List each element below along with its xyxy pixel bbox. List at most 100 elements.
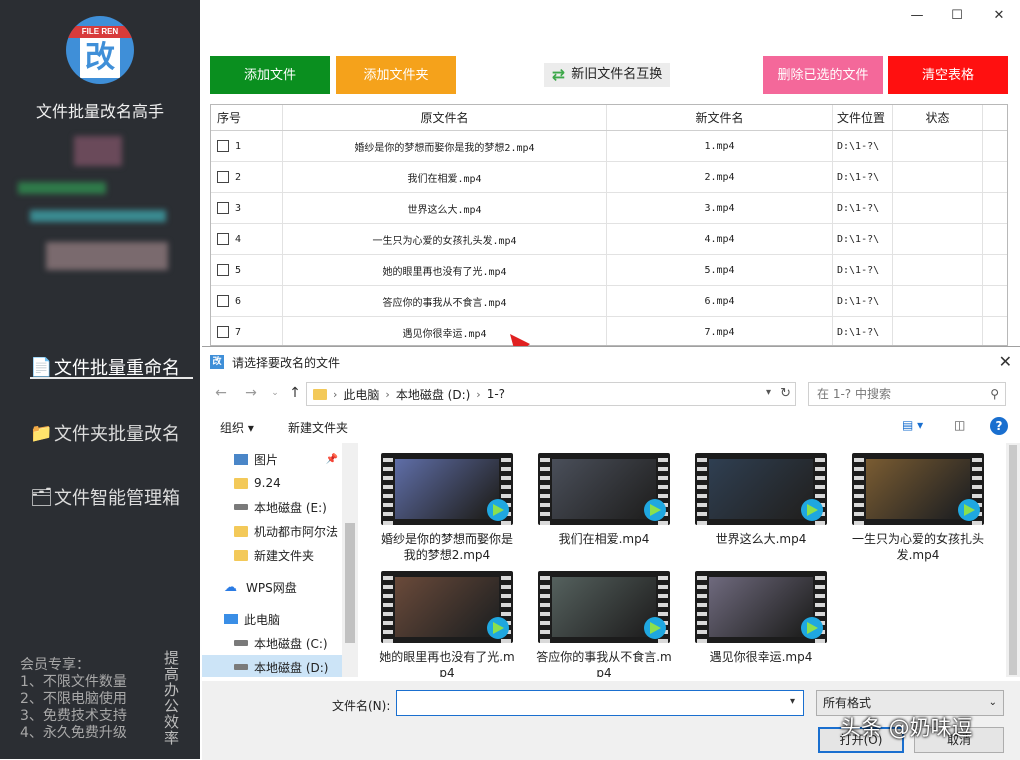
row-checkbox[interactable] (217, 326, 229, 338)
member-item: 2、不限电脑使用 (20, 691, 127, 707)
delete-selected-button[interactable]: 删除已选的文件 (763, 56, 883, 94)
seq-cell: 1 (211, 131, 283, 161)
dialog-close-icon[interactable]: ✕ (999, 352, 1012, 371)
navpane-item[interactable]: ☁ WPS网盘 (202, 575, 342, 599)
original-name-cell: 她的眼里再也没有了光.mp4 (283, 255, 607, 285)
navpane-label: 本地磁盘 (D:) (254, 660, 329, 675)
row-checkbox[interactable] (217, 233, 229, 245)
video-thumbnail (381, 453, 513, 525)
navpane-item[interactable]: 本地磁盘 (C:) (202, 631, 342, 655)
location-cell: D:\1-?\ (833, 286, 893, 316)
pad-cell (983, 193, 1007, 223)
new-name-cell: 7.mp4 (607, 317, 833, 345)
table-row[interactable]: 7 遇见你很幸运.mp4 7.mp4 D:\1-?\ (211, 317, 1007, 345)
drive-icon (234, 640, 248, 646)
seq-number: 6 (235, 295, 242, 307)
pad-cell (983, 162, 1007, 192)
navpane-item[interactable]: 本地磁盘 (E:) (202, 495, 342, 519)
navpane-item[interactable]: 机动都市阿尔法 (202, 519, 342, 543)
table-row[interactable]: 3 世界这么大.mp4 3.mp4 D:\1-?\ (211, 193, 1007, 224)
video-thumbnail (695, 453, 827, 525)
file-tile[interactable]: 一生只为心爱的女孩扎头发.mp4 (843, 453, 993, 563)
film-strip-left (697, 453, 707, 525)
new-name-cell: 4.mp4 (607, 224, 833, 254)
pin-icon: 📌 (325, 453, 338, 465)
file-tile[interactable]: 我们在相爱.mp4 (529, 453, 679, 547)
organize-menu[interactable]: 组织 ▾ (220, 419, 254, 436)
filename-input[interactable] (396, 690, 804, 716)
col-status: 状态 (893, 105, 983, 130)
new-name-cell: 3.mp4 (607, 193, 833, 223)
col-seq: 序号 (211, 105, 283, 130)
table-row[interactable]: 1 婚纱是你的梦想而娶你是我的梦想2.mp4 1.mp4 D:\1-?\ (211, 131, 1007, 162)
navpane-item[interactable]: 此电脑 (202, 607, 342, 631)
film-strip-left (383, 571, 393, 643)
navpane-scrollbar[interactable] (342, 443, 358, 677)
status-cell (893, 255, 983, 285)
video-frame (709, 459, 813, 519)
breadcrumb-pc[interactable]: 此电脑 (343, 386, 379, 403)
file-tile[interactable]: 婚纱是你的梦想而娶你是我的梦想2.mp4 (372, 453, 522, 563)
row-checkbox[interactable] (217, 140, 229, 152)
address-bar[interactable]: › 此电脑 › 本地磁盘 (D:) › 1-? ▾ ↻ (306, 382, 796, 406)
back-arrow-icon[interactable]: ← (212, 385, 230, 401)
maximize-button[interactable]: ☐ (946, 6, 968, 26)
row-checkbox[interactable] (217, 171, 229, 183)
forward-arrow-icon[interactable]: → (242, 385, 260, 401)
location-cell: D:\1-?\ (833, 255, 893, 285)
table-row[interactable]: 6 答应你的事我从不食言.mp4 6.mp4 D:\1-?\ (211, 286, 1007, 317)
up-arrow-icon[interactable]: ↑ (286, 385, 304, 401)
help-icon[interactable]: ? (990, 417, 1008, 435)
table-row[interactable]: 2 我们在相爱.mp4 2.mp4 D:\1-?\ (211, 162, 1007, 193)
dialog-title: 请选择要改名的文件 (232, 355, 341, 370)
member-item: 3、免费技术支持 (20, 708, 127, 724)
video-player-icon (487, 617, 509, 639)
original-name-cell: 我们在相爱.mp4 (283, 162, 607, 192)
chevron-down-icon[interactable]: ▾ (790, 696, 795, 707)
video-thumbnail (538, 571, 670, 643)
row-checkbox[interactable] (217, 264, 229, 276)
file-tile[interactable]: 遇见你很幸运.mp4 (686, 571, 836, 665)
navpane-item[interactable]: 本地磁盘 (D:) (202, 655, 342, 677)
video-player-icon (801, 617, 823, 639)
member-item: 4、永久免费升级 (20, 725, 127, 741)
breadcrumb-drive-d[interactable]: 本地磁盘 (D:) (396, 386, 470, 403)
navpane-item[interactable]: 新建文件夹 (202, 543, 342, 567)
add-file-button[interactable]: 添加文件 (210, 56, 330, 94)
chevron-right-icon: › (385, 387, 390, 401)
add-folder-button[interactable]: 添加文件夹 (336, 56, 456, 94)
chevron-down-icon[interactable]: ▾ (766, 387, 771, 398)
view-options-icon[interactable]: ▤ ▾ (902, 418, 923, 432)
swap-names-button[interactable]: ⇄ 新旧文件名互换 (544, 63, 670, 87)
navpane-item[interactable]: 9.24 (202, 471, 342, 495)
video-player-icon (644, 617, 666, 639)
video-thumbnail (538, 453, 670, 525)
minimize-button[interactable]: — (906, 6, 928, 26)
nav-batch-rename-folders[interactable]: 📁 文件夹批量改名 (30, 420, 180, 446)
file-tile[interactable]: 答应你的事我从不食言.mp4 (529, 571, 679, 677)
video-frame (552, 577, 656, 637)
table-row[interactable]: 5 她的眼里再也没有了光.mp4 5.mp4 D:\1-?\ (211, 255, 1007, 286)
table-row[interactable]: 4 一生只为心爱的女孩扎头发.mp4 4.mp4 D:\1-?\ (211, 224, 1007, 255)
chevron-down-icon[interactable]: ⌄ (266, 388, 284, 398)
file-tile[interactable]: 她的眼里再也没有了光.mp4 (372, 571, 522, 677)
row-checkbox[interactable] (217, 202, 229, 214)
col-new: 新文件名 (607, 105, 833, 130)
folder-icon: 📁 (30, 422, 53, 444)
preview-pane-icon[interactable]: ◫ (954, 418, 965, 432)
close-button[interactable]: ✕ (988, 6, 1010, 26)
nav-smart-file-manager[interactable]: 🗂 文件智能管理箱 (30, 484, 180, 510)
search-input[interactable]: 在 1-? 中搜索 ⚲ (808, 382, 1006, 406)
navpane-item[interactable]: 图片 📌 (202, 447, 342, 471)
clear-table-button[interactable]: 清空表格 (888, 56, 1008, 94)
app-small-icon: 改 (210, 355, 224, 369)
files-scrollbar[interactable] (1006, 443, 1020, 677)
refresh-icon[interactable]: ↻ (780, 386, 791, 401)
breadcrumb-folder[interactable]: 1-? (487, 387, 505, 401)
video-player-icon (644, 499, 666, 521)
file-name: 答应你的事我从不食言.mp4 (536, 650, 672, 677)
new-folder-button[interactable]: 新建文件夹 (288, 419, 348, 436)
file-tile[interactable]: 世界这么大.mp4 (686, 453, 836, 547)
row-checkbox[interactable] (217, 295, 229, 307)
status-cell (893, 224, 983, 254)
